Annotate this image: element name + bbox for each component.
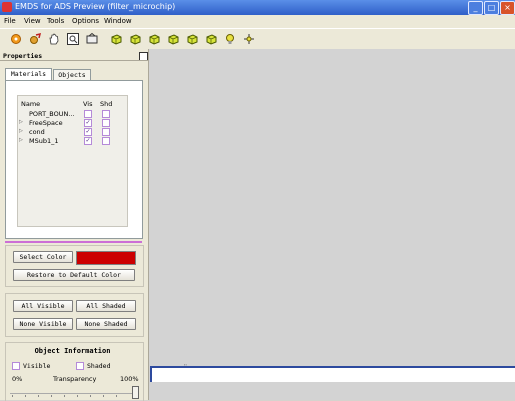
maximize-button[interactable]: □ (484, 1, 499, 15)
vis-checkbox[interactable]: ✓ (84, 128, 92, 136)
title-bar: EMDS for ADS Preview (filter_microchip) … (0, 0, 515, 15)
pick-point-icon[interactable] (242, 32, 256, 46)
shd-checkbox[interactable] (102, 110, 110, 118)
view-right-icon[interactable] (166, 32, 180, 46)
minimize-button[interactable]: _ (468, 1, 483, 15)
restore-default-color-button[interactable]: Restore to Default Color (13, 269, 135, 281)
visible-checkbox[interactable] (12, 362, 20, 370)
pan-hand-icon[interactable] (47, 32, 61, 46)
list-item[interactable]: PORT_BOUN... (18, 109, 127, 118)
panel-divider (0, 60, 148, 61)
object-info-title: Object Information (34, 347, 111, 355)
rotate-icon[interactable] (85, 32, 99, 46)
properties-panel: Properties Materials Objects Name Vis Sh… (0, 49, 149, 401)
open-icon[interactable] (9, 32, 23, 46)
light-bulb-icon[interactable] (223, 32, 237, 46)
none-shaded-button[interactable]: None Shaded (76, 318, 136, 330)
minimized-view-window[interactable]: '' (150, 364, 515, 382)
close-button[interactable]: × (500, 1, 515, 15)
expand-arrow-icon[interactable]: ▷ (19, 137, 23, 143)
transparency-max-label: 100% (120, 375, 139, 383)
material-name: MSub1_1 (29, 137, 59, 145)
list-item[interactable]: ▷ MSub1_1 ✓ (18, 136, 127, 145)
transparency-slider-track[interactable] (10, 393, 136, 394)
slider-tick (51, 395, 52, 397)
visible-label: Visible (23, 362, 51, 370)
select-color-button[interactable]: Select Color (13, 251, 73, 263)
shd-checkbox[interactable] (102, 128, 110, 136)
column-header-name: Name (21, 100, 41, 108)
material-name: PORT_BOUN... (29, 110, 75, 118)
zoom-fit-icon[interactable] (66, 32, 80, 46)
window-marker: '' (184, 364, 187, 370)
slider-tick (116, 395, 117, 397)
expand-arrow-icon[interactable]: ▷ (19, 119, 23, 125)
all-shaded-button[interactable]: All Shaded (76, 300, 136, 312)
shd-checkbox[interactable] (102, 137, 110, 145)
shd-checkbox[interactable] (102, 119, 110, 127)
view-back-icon[interactable] (128, 32, 142, 46)
material-name: FreeSpace (29, 119, 63, 127)
color-swatch[interactable] (76, 251, 136, 265)
slider-tick (90, 395, 91, 397)
slider-tick (38, 395, 39, 397)
column-header-shd: Shd (100, 100, 113, 108)
toolbar (0, 28, 515, 50)
menu-tools[interactable]: Tools (47, 17, 64, 25)
transparency-min-label: 0% (12, 375, 23, 383)
window-title: EMDS for ADS Preview (filter_microchip) (15, 2, 176, 11)
panel-title: Properties (3, 52, 43, 60)
vis-checkbox[interactable] (84, 110, 92, 118)
slider-tick (77, 395, 78, 397)
slider-tick (103, 395, 104, 397)
slider-tick (25, 395, 26, 397)
menu-options[interactable]: Options (72, 17, 99, 25)
material-name: cond (29, 128, 45, 136)
accent-divider (5, 241, 142, 243)
shaded-checkbox[interactable] (76, 362, 84, 370)
shaded-label: Shaded (87, 362, 111, 370)
none-visible-button[interactable]: None Visible (13, 318, 73, 330)
view-bottom-icon[interactable] (204, 32, 218, 46)
vis-checkbox[interactable]: ✓ (84, 119, 92, 127)
view-top-icon[interactable] (185, 32, 199, 46)
transparency-slider-thumb[interactable] (132, 386, 139, 399)
slider-tick (12, 395, 13, 397)
transparency-label: Transparency (53, 375, 97, 383)
menu-window[interactable]: Window (104, 17, 132, 25)
settings-icon[interactable] (28, 32, 42, 46)
view-front-icon[interactable] (109, 32, 123, 46)
menu-bar: File View Tools Options Window (0, 15, 515, 28)
menu-file[interactable]: File (4, 17, 16, 25)
materials-tab-panel: Name Vis Shd PORT_BOUN... ▷ FreeSpace ✓ … (5, 80, 143, 239)
expand-arrow-icon[interactable]: ▷ (19, 128, 23, 134)
menu-view[interactable]: View (24, 17, 41, 25)
all-visible-button[interactable]: All Visible (13, 300, 73, 312)
view-left-icon[interactable] (147, 32, 161, 46)
vis-checkbox[interactable]: ✓ (84, 137, 92, 145)
list-item[interactable]: ▷ cond ✓ (18, 127, 127, 136)
workspace-area[interactable] (149, 49, 515, 400)
list-item[interactable]: ▷ FreeSpace ✓ (18, 118, 127, 127)
app-icon (2, 2, 12, 12)
materials-list: Name Vis Shd PORT_BOUN... ▷ FreeSpace ✓ … (17, 95, 128, 227)
column-header-vis: Vis (83, 100, 93, 108)
slider-tick (64, 395, 65, 397)
